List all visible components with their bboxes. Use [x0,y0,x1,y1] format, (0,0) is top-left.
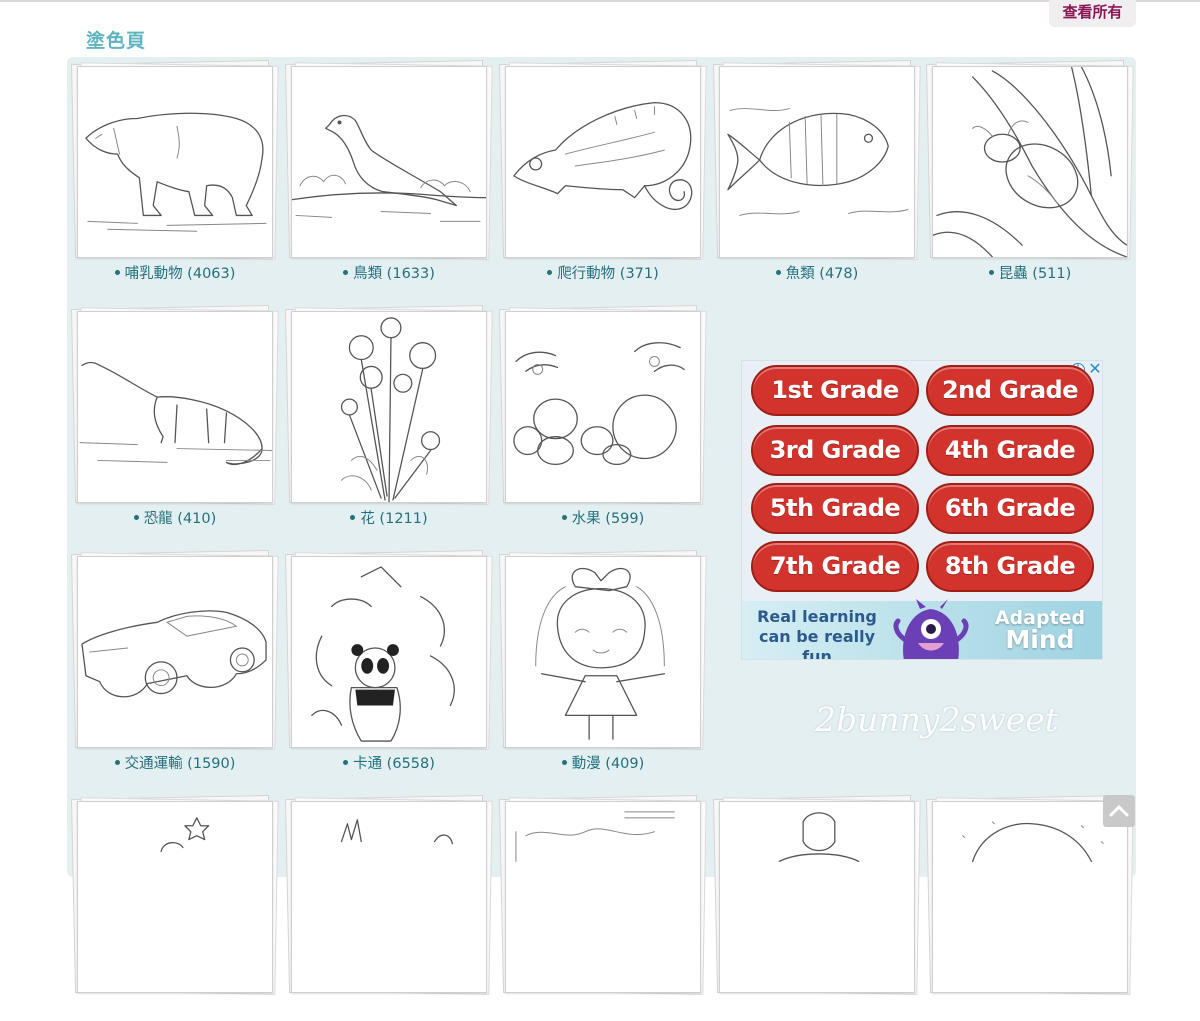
category-tile-fish[interactable]: 魚類 (478) [712,59,921,286]
grade-7-button[interactable]: 7th Grade [751,541,919,592]
category-tile-birds[interactable]: 鳥類 (1633) [284,59,493,286]
chameleon-icon [513,101,693,211]
fruit-thumbnail[interactable] [505,311,701,503]
dinosaur-icon [79,361,272,466]
cartoon-icon [311,566,455,742]
grade-2-button[interactable]: 2nd Grade [926,365,1094,416]
drawing-icon [340,819,453,845]
category-label[interactable]: 魚類 (478) [719,262,915,283]
category-label[interactable]: 恐龍 (410) [77,507,273,528]
flowers-thumbnail[interactable] [291,311,487,503]
category-tile-reptiles[interactable]: 爬行動物 (371) [498,59,707,286]
bird-icon [292,114,486,222]
category-label[interactable]: 昆蟲 (511) [932,262,1128,283]
view-all-button[interactable]: 查看所有 [1049,0,1136,27]
transport-thumbnail[interactable] [77,556,273,748]
category-tile-fruit[interactable]: 水果 (599) [498,304,707,531]
category-label[interactable]: 卡通 (6558) [291,752,487,773]
category-label[interactable]: 水果 (599) [505,507,701,528]
ad-tagline: Real learning can be really fun [757,607,877,660]
category-tile-more[interactable] [284,794,493,1021]
drawing-icon [160,817,210,853]
category-tile-transport[interactable]: 交通運輸 (1590) [70,549,279,776]
insects-thumbnail[interactable] [932,66,1128,258]
grade-1-button[interactable]: 1st Grade [751,365,919,416]
grade-8-button[interactable]: 8th Grade [926,541,1094,592]
fish-icon [727,108,909,216]
category-label[interactable]: 鳥類 (1633) [291,262,487,283]
anime-thumbnail[interactable] [505,556,701,748]
cartoon-thumbnail[interactable] [291,556,487,748]
ad-brand-logo: Adapted Mind [994,607,1086,654]
category-label[interactable]: 交通運輸 (1590) [77,752,273,773]
category-label[interactable]: 花 (1211) [291,507,487,528]
category-tile-flowers[interactable]: 花 (1211) [284,304,493,531]
fruit-icon [513,342,685,466]
category-tile-more[interactable] [925,794,1134,1021]
category-tile-more[interactable] [498,794,707,1021]
grade-3-button[interactable]: 3rd Grade [751,425,919,476]
anime-girl-icon [535,567,665,740]
drawing-icon [962,821,1104,863]
category-tile-anime[interactable]: 動漫 (409) [498,549,707,776]
category-label[interactable]: 哺乳動物 (4063) [77,262,273,283]
ladybug-icon [933,67,1127,257]
drawing-icon [778,812,860,863]
thumbnail[interactable] [77,801,273,993]
thumbnail[interactable] [505,801,701,993]
category-tile-insects[interactable]: 昆蟲 (511) [925,59,1134,286]
thumbnail[interactable] [719,801,915,993]
grade-6-button[interactable]: 6th Grade [926,483,1094,534]
category-tile-cartoon[interactable]: 卡通 (6558) [284,549,493,776]
dinosaurs-thumbnail[interactable] [77,311,273,503]
top-divider [0,0,1200,2]
thumbnail[interactable] [932,801,1128,993]
monster-mascot-icon [893,599,969,659]
mammals-thumbnail[interactable] [77,66,273,258]
fish-thumbnail[interactable] [719,66,915,258]
watermark: 2bunny2sweet [815,700,1059,739]
scroll-to-top-button[interactable] [1103,795,1135,827]
polar-bear-icon [85,112,267,232]
drawing-icon [515,811,675,862]
reptiles-thumbnail[interactable] [505,66,701,258]
flowers-icon [340,317,441,502]
category-tile-mammals[interactable]: 哺乳動物 (4063) [70,59,279,286]
category-tile-more[interactable] [712,794,921,1021]
birds-thumbnail[interactable] [291,66,487,258]
ad-close-icon[interactable]: ✕ [1087,361,1102,377]
grade-4-button[interactable]: 4th Grade [926,425,1094,476]
chevron-up-icon [1109,805,1129,817]
category-label[interactable]: 爬行動物 (371) [505,262,701,283]
grade-5-button[interactable]: 5th Grade [751,483,919,534]
advertisement[interactable]: i ✕ 1st Grade 2nd Grade 3rd Grade 4th Gr… [741,360,1103,660]
category-tile-more[interactable] [70,794,279,1021]
car-icon [81,610,267,698]
thumbnail[interactable] [291,801,487,993]
section-title: 塗色頁 [86,30,147,52]
category-label[interactable]: 動漫 (409) [505,752,701,773]
category-tile-dinosaurs[interactable]: 恐龍 (410) [70,304,279,531]
